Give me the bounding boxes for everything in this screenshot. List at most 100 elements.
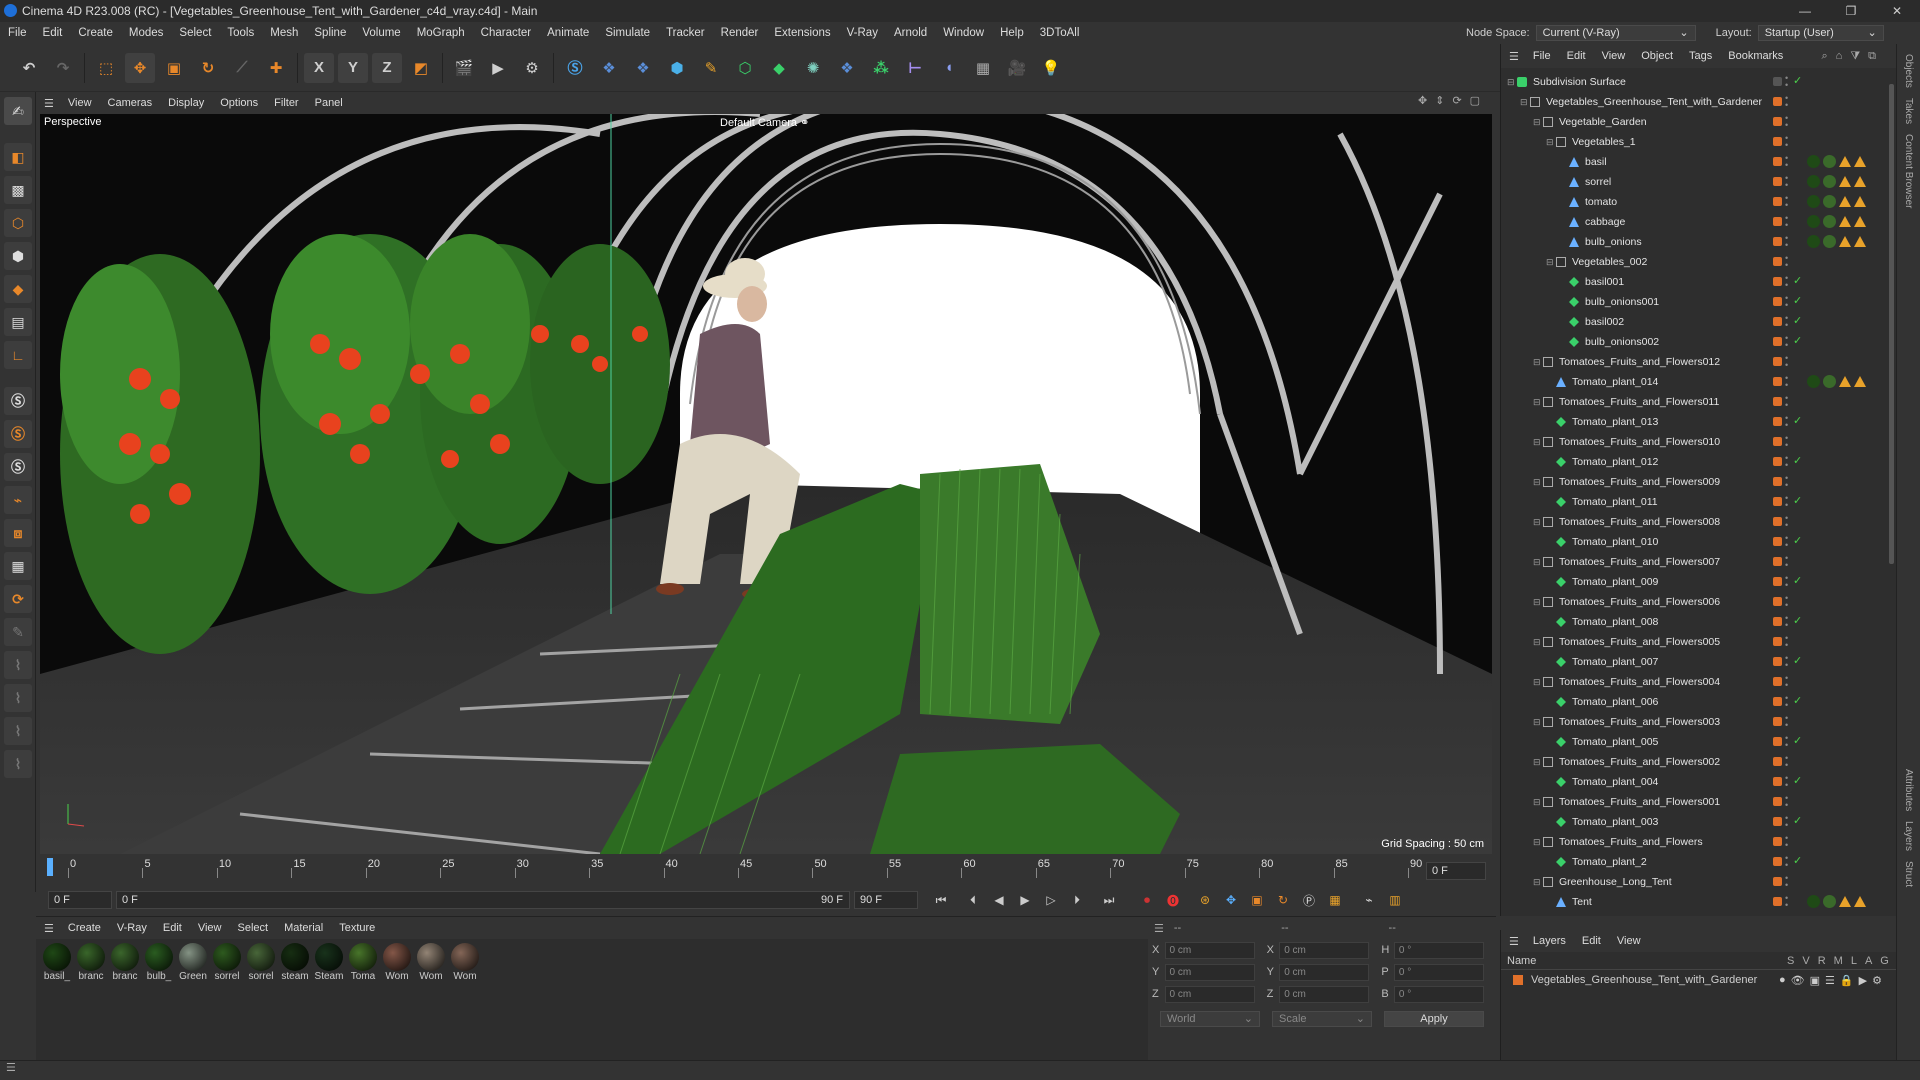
menu-file[interactable]: File (0, 27, 35, 39)
coordinate-system-icon[interactable]: ◩ (406, 53, 436, 83)
layer-color-tag[interactable] (1773, 777, 1782, 786)
object-row[interactable]: ⊟ Vegetables_1 • • (1501, 132, 1896, 152)
paint-icon[interactable]: ✎ (4, 618, 32, 646)
close-button[interactable]: ✕ (1874, 0, 1920, 22)
enabled-check-icon[interactable]: ✓ (1793, 574, 1802, 587)
camera-icon[interactable]: 🎥 (1002, 53, 1032, 83)
layer-color-tag[interactable] (1773, 157, 1782, 166)
visibility-dots-icon[interactable]: • • (1785, 754, 1789, 770)
visibility-dots-icon[interactable]: • • (1785, 394, 1789, 410)
rotate-tool-icon[interactable]: ↻ (193, 53, 223, 83)
menu-create[interactable]: Create (70, 27, 121, 39)
viewport-menu-options[interactable]: Options (212, 97, 266, 109)
object-row[interactable]: ⊟ Tomatoes_Fruits_and_Flowers007 • • (1501, 552, 1896, 572)
rotation-key-icon[interactable]: ↻ (1272, 889, 1294, 911)
material-swatch[interactable]: sorrel (210, 943, 244, 982)
render-view-icon[interactable]: 🎬 (449, 53, 479, 83)
layer-color-tag[interactable] (1773, 497, 1782, 506)
layer-color-tag[interactable] (1773, 537, 1782, 546)
visibility-dots-icon[interactable]: • • (1785, 434, 1789, 450)
layer-color-tag[interactable] (1773, 657, 1782, 666)
expand-toggle-icon[interactable]: ⊟ (1546, 257, 1556, 268)
quantize-icon[interactable]: Ⓢ (4, 453, 32, 481)
menu-tools[interactable]: Tools (219, 27, 262, 39)
material-swatch[interactable]: Wom (380, 943, 414, 982)
layer-color-tag[interactable] (1773, 637, 1782, 646)
visibility-dots-icon[interactable]: • • (1785, 254, 1789, 270)
material-swatch[interactable]: Wom (414, 943, 448, 982)
viewport-menu-view[interactable]: View (60, 97, 100, 109)
expand-toggle-icon[interactable]: ⊟ (1533, 797, 1543, 808)
visibility-dots-icon[interactable]: • • (1785, 74, 1789, 90)
object-menu-file[interactable]: File (1525, 50, 1559, 62)
material-menu-material[interactable]: Material (276, 922, 331, 934)
uvw-tag-icon[interactable] (1854, 896, 1866, 907)
enabled-check-icon[interactable]: ✓ (1793, 814, 1802, 827)
texture-mode-icon[interactable]: ▩ (4, 176, 32, 204)
material-tag-icon[interactable] (1823, 375, 1836, 388)
layer-color-tag[interactable] (1773, 617, 1782, 626)
layer-color-tag[interactable] (1773, 217, 1782, 226)
workplane-icon[interactable]: ⧈ (4, 519, 32, 547)
layer-column-header[interactable]: G (1880, 955, 1889, 967)
material-swatch[interactable]: branc (108, 943, 142, 982)
visibility-dots-icon[interactable]: • • (1785, 194, 1789, 210)
search-icon[interactable]: ⌕ (1822, 50, 1828, 63)
layer-color-tag[interactable] (1773, 577, 1782, 586)
model-mode-icon[interactable]: ◧ (4, 143, 32, 171)
create-object-icon[interactable]: ✚ (261, 53, 291, 83)
visibility-dots-icon[interactable]: • • (1785, 634, 1789, 650)
enabled-check-icon[interactable]: ✓ (1793, 734, 1802, 747)
visibility-dots-icon[interactable]: • • (1785, 554, 1789, 570)
enabled-check-icon[interactable]: ✓ (1793, 694, 1802, 707)
visibility-dots-icon[interactable]: • • (1785, 314, 1789, 330)
material-menu-v-ray[interactable]: V-Ray (109, 922, 155, 934)
visibility-dots-icon[interactable]: • • (1785, 474, 1789, 490)
material-tag-icon[interactable] (1807, 375, 1820, 388)
layer-color-tag[interactable] (1773, 297, 1782, 306)
material-menu-texture[interactable]: Texture (331, 922, 383, 934)
visibility-dots-icon[interactable]: • • (1785, 374, 1789, 390)
material-menu-edit[interactable]: Edit (155, 922, 190, 934)
manager-icon[interactable]: ☰ (1825, 974, 1835, 987)
coord-input[interactable]: 0 cm (1279, 963, 1370, 981)
object-row[interactable]: ⊟ Tomatoes_Fruits_and_Flowers008 • • (1501, 512, 1896, 532)
layer-color-tag[interactable] (1773, 897, 1782, 906)
parameter-key-icon[interactable]: Ⓟ (1298, 889, 1320, 911)
coord-input[interactable]: 0 cm (1279, 941, 1370, 959)
viewport-menu-display[interactable]: Display (160, 97, 212, 109)
layer-color-tag[interactable] (1773, 877, 1782, 886)
material-menu-view[interactable]: View (190, 922, 230, 934)
layer-color-tag[interactable] (1773, 197, 1782, 206)
coord-input[interactable]: 0 ° (1393, 941, 1485, 959)
world-dropdown[interactable]: World ⌄ (1160, 1011, 1260, 1027)
enabled-check-icon[interactable]: ✓ (1793, 74, 1802, 87)
object-row[interactable]: sorrel • • (1501, 172, 1896, 192)
uvw-tag-icon[interactable] (1854, 156, 1866, 167)
material-swatch[interactable]: steam (278, 943, 312, 982)
expand-toggle-icon[interactable]: ⊟ (1533, 717, 1543, 728)
uvw-tag-icon[interactable] (1839, 216, 1851, 227)
visibility-dots-icon[interactable]: • • (1785, 354, 1789, 370)
object-row[interactable]: bulb_onions002 • • ✓ (1501, 332, 1896, 352)
object-row[interactable]: ⊟ Tomatoes_Fruits_and_Flowers005 • • (1501, 632, 1896, 652)
object-row[interactable]: ⊟ Vegetable_Garden • • (1501, 112, 1896, 132)
expand-toggle-icon[interactable]: ⊟ (1533, 517, 1543, 528)
layer-color-tag[interactable] (1773, 77, 1782, 86)
uvw-tag-icon[interactable] (1839, 196, 1851, 207)
menu-tracker[interactable]: Tracker (658, 27, 713, 39)
layer-color-tag[interactable] (1773, 117, 1782, 126)
end-frame-field[interactable]: 90 F (854, 891, 918, 909)
snap-icon[interactable]: Ⓢ (4, 387, 32, 415)
scale-dropdown[interactable]: Scale ⌄ (1272, 1011, 1372, 1027)
tab-layers[interactable]: Layers (1903, 821, 1914, 851)
autokey-icon[interactable]: ⓿ (1162, 889, 1184, 911)
object-scrollbar[interactable] (1889, 84, 1894, 564)
expand-toggle-icon[interactable]: ⊟ (1533, 117, 1543, 128)
timeline-window-icon[interactable]: ▥ (1384, 889, 1406, 911)
layer-color-tag[interactable] (1773, 97, 1782, 106)
visibility-dots-icon[interactable]: • • (1785, 894, 1789, 910)
visibility-dots-icon[interactable]: • • (1785, 214, 1789, 230)
render-settings-icon[interactable]: ⚙ (517, 53, 547, 83)
visibility-dots-icon[interactable]: • • (1785, 294, 1789, 310)
